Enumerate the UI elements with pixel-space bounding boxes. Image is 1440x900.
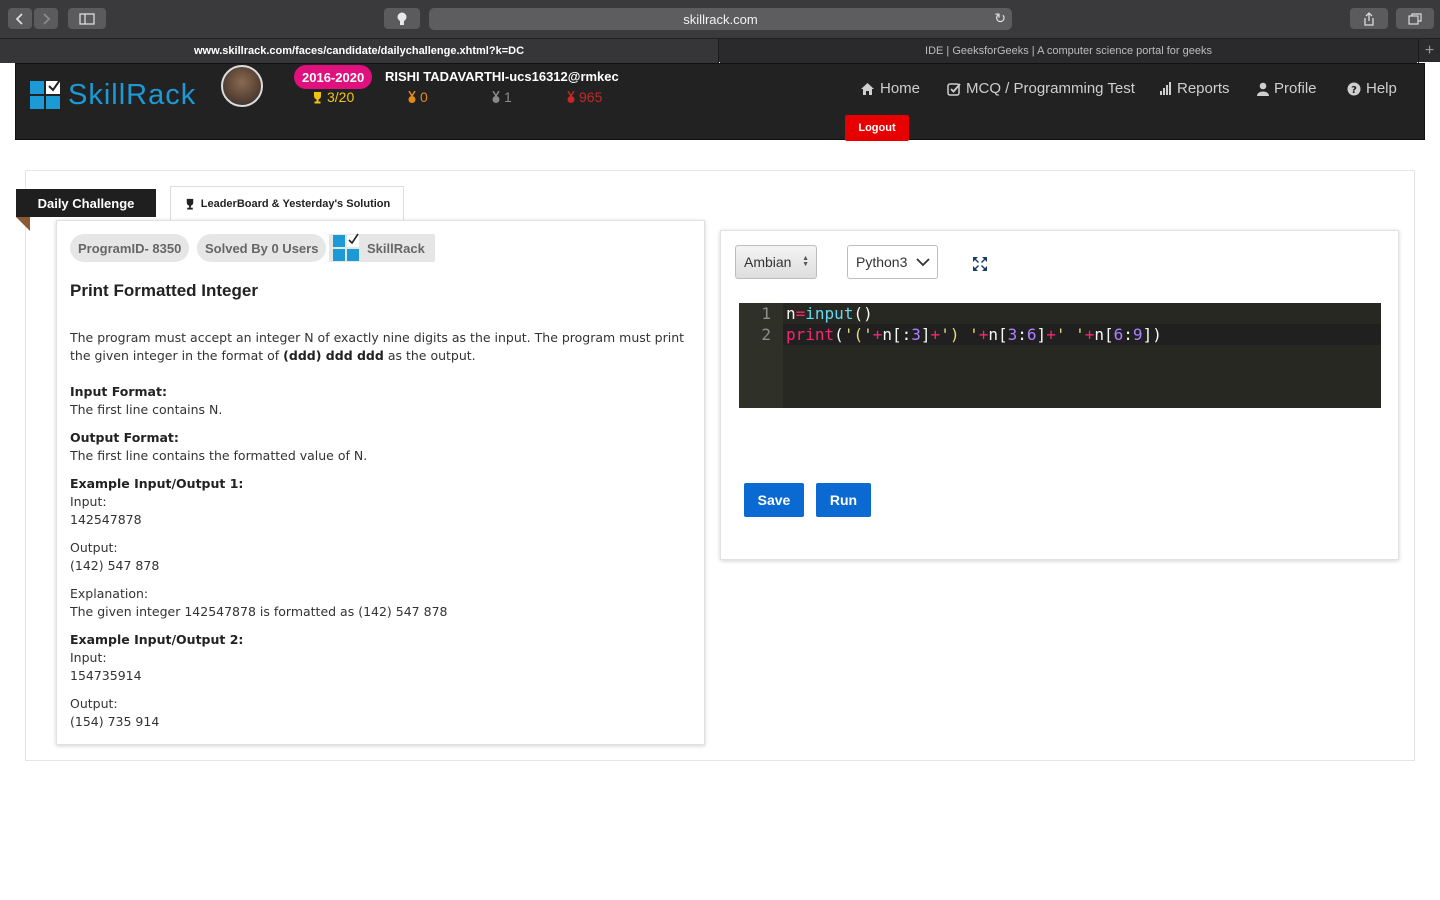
- address-text: skillrack.com: [683, 11, 758, 27]
- language-select-value: Python3: [856, 254, 908, 270]
- sidebar-icon: [79, 12, 95, 25]
- tab-daily-challenge[interactable]: Daily Challenge: [16, 189, 156, 217]
- stat-trophies: 3/20: [311, 89, 354, 105]
- code-line-1: n=input(): [786, 304, 873, 323]
- skillrack-logo[interactable]: SkillRack: [30, 78, 197, 112]
- language-select[interactable]: Python3: [847, 245, 938, 279]
- stat-silver: 1: [491, 89, 512, 105]
- example-2: Example Input/Output 2: Input: 154735914: [70, 632, 244, 683]
- plus-icon: +: [1424, 42, 1435, 59]
- tab-leaderboard[interactable]: LeaderBoard & Yesterday's Solution: [170, 186, 404, 221]
- user-name: RISHI TADAVARTHI-ucs16312@rmkec: [385, 69, 619, 84]
- stat-bronze: 965: [566, 89, 602, 105]
- chevron-left-icon: [15, 12, 23, 25]
- tab-ribbon-fold: [16, 217, 30, 231]
- chevron-down-icon: [916, 257, 930, 266]
- share-icon: [1364, 11, 1374, 26]
- site-header: SkillRack 2016-2020 RISHI TADAVARTHI-ucs…: [15, 63, 1425, 141]
- example-1-explanation: Explanation: The given integer 142547878…: [70, 586, 448, 619]
- trophy-icon: [186, 198, 193, 210]
- bar-chart-icon: [1160, 82, 1171, 95]
- code-line-2: print('('+n[:3]+') '+n[3:6]+' '+n[6:9]): [786, 325, 1162, 344]
- extension-button[interactable]: [384, 8, 420, 29]
- tabs-icon: [1408, 12, 1422, 25]
- solved-by-chip: Solved By 0 Users: [197, 234, 327, 262]
- home-icon: [861, 82, 874, 95]
- problem-card: ProgramID- 8350 Solved By 0 Users SkillR…: [56, 220, 705, 745]
- skillrack-logo-icon: [333, 233, 359, 261]
- expand-icon: [973, 257, 987, 271]
- source-label: SkillRack: [367, 240, 425, 256]
- example-2-output: Output: (154) 735 914: [70, 696, 160, 729]
- source-chip: SkillRack: [329, 233, 435, 262]
- nav-home[interactable]: Home: [860, 80, 920, 97]
- nav-reports[interactable]: Reports: [1159, 80, 1230, 97]
- problem-body: The program must accept an integer N of …: [70, 329, 695, 741]
- input-format: Input Format: The first line contains N.: [70, 384, 223, 417]
- lightbulb-icon: [397, 12, 407, 25]
- chevron-right-icon: [43, 12, 51, 25]
- problem-title: Print Formatted Integer: [70, 281, 258, 300]
- browser-toolbar: skillrack.com ↻: [0, 0, 1440, 38]
- forward-button[interactable]: [34, 8, 58, 29]
- logo-text: SkillRack: [68, 79, 197, 111]
- medal-icon: [492, 90, 500, 103]
- example-1: Example Input/Output 1: Input: 142547878: [70, 476, 244, 527]
- sidebar-toggle-button[interactable]: [68, 8, 106, 29]
- code-editor[interactable]: 1 2 n=input() print('('+n[:3]+') '+n[3:6…: [739, 303, 1381, 408]
- theme-select[interactable]: Ambian ▲ ▼: [735, 245, 817, 279]
- updown-arrows-icon: ▲ ▼: [802, 255, 809, 268]
- stat-gold: 0: [407, 89, 428, 105]
- line-number: 1: [761, 304, 771, 323]
- problem-description: The program must accept an integer N of …: [70, 330, 685, 363]
- logo-mark-icon: [30, 78, 62, 111]
- example-1-output: Output: (142) 547 878: [70, 540, 160, 573]
- nav-mcq-programming-test[interactable]: MCQ / Programming Test: [947, 80, 1135, 97]
- line-number: 2: [761, 325, 771, 344]
- batch-badge: 2016-2020: [294, 65, 373, 89]
- save-button[interactable]: Save: [744, 483, 804, 517]
- medal-icon: [408, 90, 416, 103]
- tab-overview-button[interactable]: [1396, 8, 1434, 29]
- tab-label: www.skillrack.com/faces/candidate/dailyc…: [193, 45, 525, 57]
- address-bar[interactable]: skillrack.com ↻: [429, 8, 1012, 30]
- logout-button[interactable]: Logout: [845, 115, 909, 141]
- tab-skillrack[interactable]: www.skillrack.com/faces/candidate/dailyc…: [0, 39, 719, 63]
- expand-button[interactable]: [971, 255, 989, 273]
- program-id-chip: ProgramID- 8350: [70, 234, 190, 262]
- check-square-icon: [947, 82, 961, 96]
- share-button[interactable]: [1350, 8, 1388, 29]
- avatar[interactable]: [221, 65, 263, 107]
- reload-icon[interactable]: ↻: [994, 10, 1006, 27]
- output-format: Output Format: The first line contains t…: [70, 430, 368, 463]
- back-button[interactable]: [8, 8, 32, 29]
- theme-select-value: Ambian: [744, 254, 792, 270]
- medal-icon: [567, 90, 575, 103]
- browser-tab-bar: www.skillrack.com/faces/candidate/dailyc…: [0, 38, 1440, 63]
- editor-card: Ambian ▲ ▼ Python3 1 2 n=input() print('(…: [720, 230, 1399, 560]
- question-circle-icon: ?: [1347, 82, 1361, 96]
- user-icon: [1257, 82, 1269, 96]
- nav-help[interactable]: ? Help: [1347, 80, 1397, 97]
- new-tab-button[interactable]: +: [1418, 39, 1440, 63]
- tab-geeksforgeeks[interactable]: IDE | GeeksforGeeks | A computer science…: [720, 39, 1417, 63]
- run-button[interactable]: Run: [816, 483, 871, 517]
- svg-text:?: ?: [1351, 85, 1357, 96]
- nav-profile[interactable]: Profile: [1257, 80, 1317, 97]
- tab-leaderboard-label: LeaderBoard & Yesterday's Solution: [200, 198, 391, 210]
- tab-label: IDE | GeeksforGeeks | A computer science…: [925, 45, 1212, 57]
- trophy-icon: [314, 91, 321, 103]
